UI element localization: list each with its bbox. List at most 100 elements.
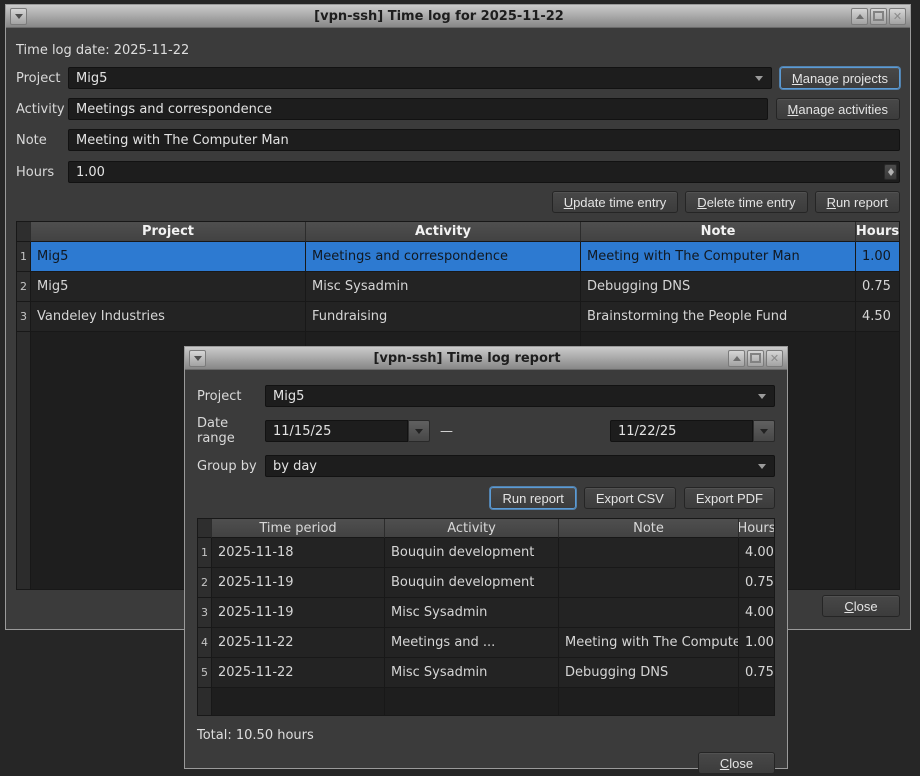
row-number[interactable]: 1 [198,538,212,568]
manage-activities-button[interactable]: Manage activities [776,98,900,120]
table-row-cell[interactable]: 1.00 [739,628,774,658]
table-row-cell[interactable]: Misc Sysadmin [385,658,559,688]
date-from-combobox[interactable]: 11/15/25 [265,420,430,442]
hours-spinbox[interactable]: 1.00 [68,161,900,183]
table-row-cell[interactable]: 4.00 [739,538,774,568]
activity-input[interactable]: Meetings and correspondence [68,98,768,120]
date-from-value-field[interactable]: 11/15/25 [265,420,408,442]
row-number[interactable]: 1 [17,242,31,272]
activity-row: Activity Meetings and correspondence Man… [16,98,900,120]
table-row-cell[interactable]: Meetings and correspondence [306,242,581,272]
table-row-cell[interactable] [559,538,739,568]
shade-icon [856,14,864,19]
update-time-entry-button[interactable]: Update time entry [552,191,679,213]
table-row-cell[interactable]: Fundraising [306,302,581,332]
table-row-cell[interactable]: 2025-11-22 [212,628,385,658]
export-pdf-button[interactable]: Export PDF [684,487,775,509]
table-filler [739,688,774,715]
window-menu-button[interactable] [10,8,27,25]
report-project-label: Project [197,389,265,404]
table-row-cell[interactable]: 0.75 [739,658,774,688]
close-icon: ✕ [893,11,902,22]
close-button[interactable]: Close [822,595,900,617]
table-row-cell[interactable]: 2025-11-19 [212,598,385,628]
report-project-combobox[interactable]: Mig5 [265,385,775,407]
dialog-run-report-button[interactable]: Run report [490,487,575,509]
table-row-cell[interactable]: 4.00 [739,598,774,628]
row-number[interactable]: 4 [198,628,212,658]
date-from-dropdown-button[interactable] [408,420,430,442]
table-filler [198,688,212,715]
row-number[interactable]: 2 [17,272,31,302]
note-input[interactable]: Meeting with The Computer Man [68,129,900,151]
table-row-cell[interactable]: Vandeley Industries [31,302,306,332]
note-value: Meeting with The Computer Man [76,133,289,148]
dialog-titlebar[interactable]: [vpn-ssh] Time log report ✕ [185,347,787,370]
window-close-button[interactable]: ✕ [766,350,783,367]
project-value: Mig5 [76,71,107,86]
column-header-time-period[interactable]: Time period [212,519,385,538]
delete-time-entry-button[interactable]: Delete time entry [685,191,807,213]
time-log-date-label: Time log date: 2025-11-22 [16,43,900,58]
column-header-activity[interactable]: Activity [306,222,581,242]
table-row-cell[interactable] [559,598,739,628]
table-row-cell[interactable]: Mig5 [31,272,306,302]
shade-icon [733,356,741,361]
table-row-cell[interactable] [559,568,739,598]
project-label: Project [16,71,68,86]
total-hours-label: Total: 10.50 hours [197,728,775,743]
table-row-cell[interactable]: Meeting with The Computer Man [581,242,856,272]
table-row-cell[interactable]: Meetings and ... [385,628,559,658]
run-report-button[interactable]: Run report [815,191,900,213]
maximize-button[interactable] [870,8,887,25]
table-row-cell[interactable]: Mig5 [31,242,306,272]
date-range-separator: — [440,424,453,439]
dropdown-arrow-icon [758,394,766,399]
table-row-cell[interactable]: Bouquin development [385,538,559,568]
group-by-combobox[interactable]: by day [265,455,775,477]
table-row-cell[interactable]: 4.50 [856,302,899,332]
dialog-close-button[interactable]: Close [698,752,775,774]
close-icon: ✕ [770,353,779,364]
table-row-cell[interactable]: 1.00 [856,242,899,272]
row-number[interactable]: 3 [17,302,31,332]
table-filler [559,688,739,715]
shade-button[interactable] [851,8,868,25]
export-csv-button[interactable]: Export CSV [584,487,676,509]
table-row-cell[interactable]: Debugging DNS [559,658,739,688]
table-row-cell[interactable]: Debugging DNS [581,272,856,302]
manage-projects-button[interactable]: Manage projects [780,67,900,89]
window-menu-button[interactable] [189,350,206,367]
date-to-combobox[interactable]: 11/22/25 [610,420,775,442]
table-row-cell[interactable]: Bouquin development [385,568,559,598]
column-header-note[interactable]: Note [581,222,856,242]
table-row-cell[interactable]: 0.75 [739,568,774,598]
table-row-cell[interactable]: 0.75 [856,272,899,302]
column-header-activity[interactable]: Activity [385,519,559,538]
table-row-cell[interactable]: Misc Sysadmin [385,598,559,628]
titlebar[interactable]: [vpn-ssh] Time log for 2025-11-22 ✕ [6,5,910,28]
column-header-project[interactable]: Project [31,222,306,242]
maximize-button[interactable] [747,350,764,367]
column-header-hours[interactable]: Hours [856,222,899,242]
row-number[interactable]: 3 [198,598,212,628]
table-row-cell[interactable]: Misc Sysadmin [306,272,581,302]
report-project-row: Project Mig5 [197,385,775,407]
column-header-note[interactable]: Note [559,519,739,538]
hours-spin-buttons[interactable] [884,164,897,180]
table-row-cell[interactable]: Brainstorming the People Fund [581,302,856,332]
table-row-cell[interactable]: 2025-11-22 [212,658,385,688]
column-header-hours[interactable]: Hours [739,519,774,538]
window-menu-icon [15,14,23,19]
window-close-button[interactable]: ✕ [889,8,906,25]
date-to-dropdown-button[interactable] [753,420,775,442]
table-row-cell[interactable]: 2025-11-18 [212,538,385,568]
shade-button[interactable] [728,350,745,367]
table-row-cell[interactable]: 2025-11-19 [212,568,385,598]
table-row-cell[interactable]: Meeting with The Computer... [559,628,739,658]
dropdown-arrow-icon [755,76,763,81]
project-combobox[interactable]: Mig5 [68,67,772,89]
row-number[interactable]: 2 [198,568,212,598]
row-number[interactable]: 5 [198,658,212,688]
date-to-value-field[interactable]: 11/22/25 [610,420,753,442]
